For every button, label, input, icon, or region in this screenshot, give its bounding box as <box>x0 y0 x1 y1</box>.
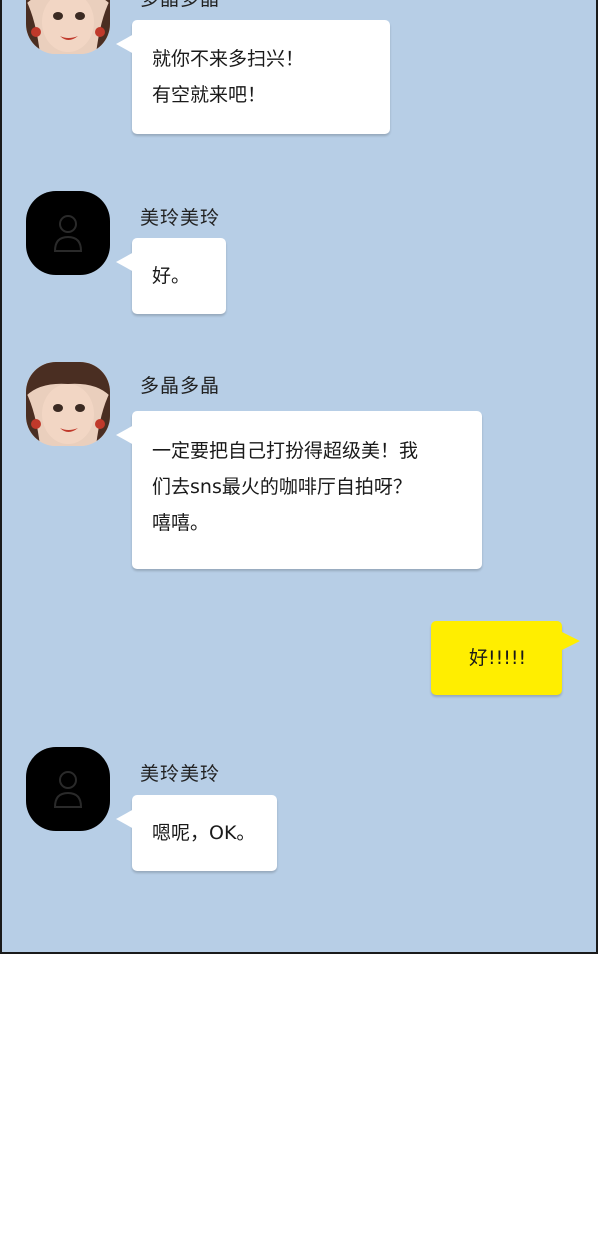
message-text: 们去sns最火的咖啡厅自拍呀？ <box>152 476 412 498</box>
bubble-tail <box>116 809 134 829</box>
message-text: 一定要把自己打扮得超级美！我 <box>152 440 419 462</box>
sender-name: 多晶多晶 <box>140 0 220 11</box>
bubble-tail <box>116 34 134 54</box>
default-person-icon <box>53 771 83 808</box>
outgoing-message-bubble[interactable]: 好!!!!! <box>431 621 580 695</box>
message-bubble[interactable]: 好。 <box>116 238 226 314</box>
message-bubble[interactable]: 嗯呢，OK。 <box>116 795 277 871</box>
girl-avatar[interactable] <box>26 0 110 54</box>
chat-panel[interactable]: 多晶多晶 就你不来多扫兴！ 有空就来吧！ 美玲美玲 好。 多晶多晶 <box>0 0 598 954</box>
bubble-tail <box>560 631 580 651</box>
default-person-icon <box>53 215 83 252</box>
bubble-tail <box>116 252 134 272</box>
message-text: 嘻嘻。 <box>152 512 210 534</box>
sender-name: 多晶多晶 <box>140 375 221 397</box>
girl-face-icon <box>26 362 110 446</box>
message-text: 有空就来吧！ <box>152 84 267 106</box>
message-text: 嗯呢，OK。 <box>152 822 256 844</box>
girl-avatar[interactable] <box>26 362 110 446</box>
bubble-tail <box>116 425 134 445</box>
sender-name: 美玲美玲 <box>140 763 221 785</box>
default-avatar[interactable] <box>26 747 110 831</box>
message-bubble[interactable]: 一定要把自己打扮得超级美！我 们去sns最火的咖啡厅自拍呀？ 嘻嘻。 <box>116 411 482 569</box>
message-text: 好!!!!! <box>469 647 527 669</box>
message-text: 好。 <box>152 265 191 287</box>
message-text: 就你不来多扫兴！ <box>152 48 305 70</box>
sender-name: 美玲美玲 <box>140 207 221 229</box>
message-bubble[interactable]: 就你不来多扫兴！ 有空就来吧！ <box>116 20 390 134</box>
default-avatar[interactable] <box>26 191 110 275</box>
girl-face-icon <box>26 0 110 54</box>
